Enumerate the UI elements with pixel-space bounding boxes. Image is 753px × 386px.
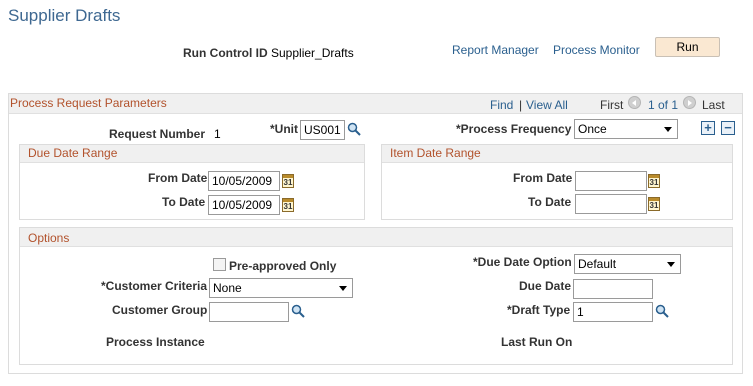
- process-instance-label: Process Instance: [106, 335, 205, 349]
- process-frequency-label: *Process Frequency: [456, 122, 572, 136]
- draft-type-label: *Draft Type: [507, 303, 571, 317]
- process-request-parameters-title: Process Request Parameters: [10, 96, 167, 110]
- previous-arrow-icon[interactable]: [628, 96, 641, 109]
- request-number-label: Request Number: [109, 127, 206, 141]
- pre-approved-label: Pre-approved Only: [229, 259, 337, 273]
- due-date-option-value: Default: [578, 257, 617, 271]
- options-title: Options: [28, 231, 70, 245]
- customer-criteria-select[interactable]: None: [209, 278, 353, 298]
- last-run-on-label: Last Run On: [501, 335, 573, 349]
- add-row-button[interactable]: +: [701, 121, 715, 135]
- due-date-option-select[interactable]: Default: [574, 254, 681, 274]
- process-frequency-value: Once: [578, 122, 607, 136]
- calendar-icon[interactable]: 31: [648, 174, 660, 188]
- due-date-option-label: *Due Date Option: [473, 255, 572, 269]
- calendar-icon[interactable]: 31: [282, 174, 294, 188]
- view-all-link[interactable]: View All: [526, 98, 568, 112]
- first-label: First: [600, 98, 624, 112]
- due-date-input[interactable]: [573, 279, 653, 299]
- customer-criteria-value: None: [213, 281, 242, 295]
- customer-criteria-label: *Customer Criteria: [101, 279, 208, 293]
- run-control-id-label: Run Control ID: [183, 46, 268, 60]
- pager-count: 1 of 1: [648, 98, 679, 112]
- item-from-date-label: From Date: [513, 171, 573, 185]
- customer-group-lookup-icon[interactable]: [291, 304, 305, 318]
- chevron-down-icon: [339, 286, 347, 291]
- due-to-date-input[interactable]: 10/05/2009: [208, 195, 280, 215]
- find-separator: |: [519, 98, 523, 112]
- item-from-date-input[interactable]: [575, 171, 647, 191]
- request-number-value: 1: [214, 127, 221, 141]
- due-from-date-input[interactable]: 10/05/2009: [208, 171, 280, 191]
- last-label: Last: [702, 98, 725, 112]
- item-to-date-input[interactable]: [575, 194, 647, 214]
- delete-row-button[interactable]: −: [721, 121, 735, 135]
- item-to-date-label: To Date: [528, 195, 572, 209]
- due-to-date-label: To Date: [162, 195, 206, 209]
- calendar-icon[interactable]: 31: [282, 198, 294, 212]
- process-monitor-link[interactable]: Process Monitor: [553, 43, 640, 57]
- draft-type-lookup-icon[interactable]: [655, 304, 669, 318]
- calendar-icon[interactable]: 31: [648, 197, 660, 211]
- due-from-date-label: From Date: [148, 171, 208, 185]
- process-frequency-select[interactable]: Once: [574, 119, 678, 139]
- run-button[interactable]: Run: [655, 37, 720, 57]
- pre-approved-checkbox[interactable]: [213, 258, 226, 271]
- options-header: [20, 228, 732, 247]
- find-link[interactable]: Find: [490, 98, 513, 112]
- page-title: Supplier Drafts: [8, 6, 121, 25]
- next-arrow-icon[interactable]: [683, 96, 696, 109]
- customer-group-label: Customer Group: [112, 303, 208, 317]
- run-control-id-value: Supplier_Drafts: [271, 46, 354, 60]
- report-manager-link[interactable]: Report Manager: [452, 43, 539, 57]
- unit-input[interactable]: US001: [300, 120, 345, 140]
- draft-type-input[interactable]: 1: [573, 302, 653, 322]
- chevron-down-icon: [667, 262, 675, 267]
- due-date-range-title: Due Date Range: [28, 146, 118, 160]
- unit-lookup-icon[interactable]: [347, 122, 361, 136]
- unit-label: *Unit: [270, 122, 298, 136]
- chevron-down-icon: [664, 127, 672, 132]
- item-date-range-title: Item Date Range: [390, 146, 481, 160]
- customer-group-input[interactable]: [209, 302, 289, 322]
- due-date-label: Due Date: [519, 279, 572, 293]
